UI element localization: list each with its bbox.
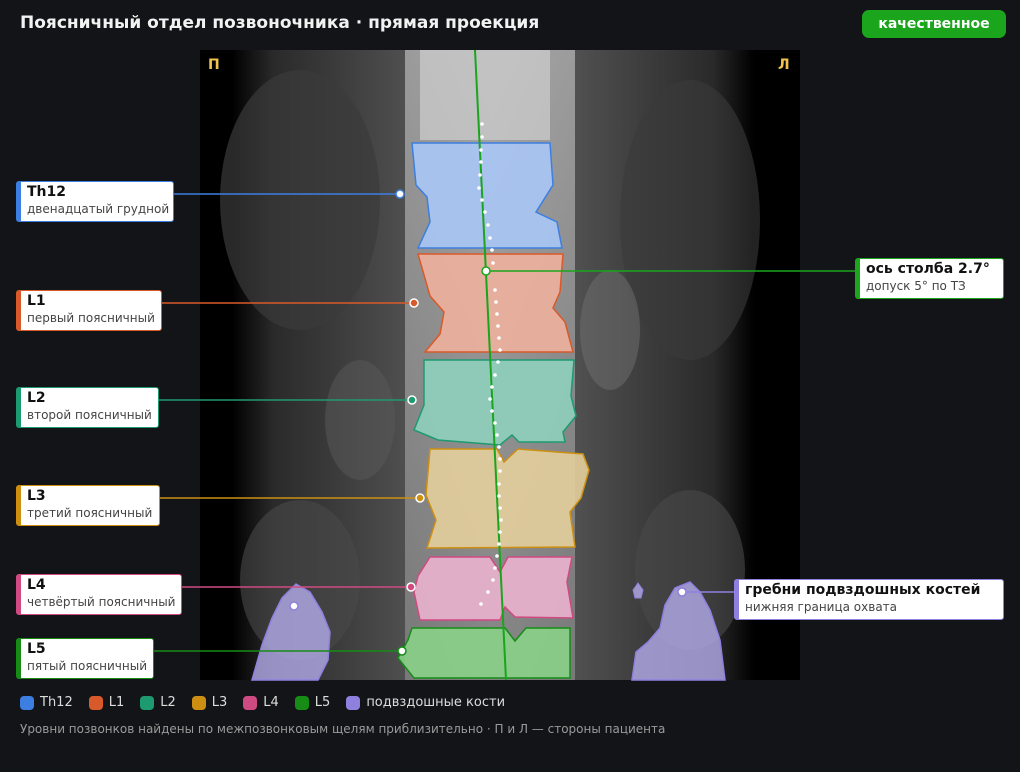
vertebra-desc: пятый поясничный [27,659,147,673]
vertebra-name: L1 [27,293,46,309]
legend: Th12 L1 L2 L3 L4 L5 подвздошные кости [20,695,521,710]
l5-anchor [397,646,407,656]
vertebra-label-th12: Th12 двенадцатый грудной [16,181,174,222]
l3-anchor [415,493,425,503]
l4-anchor [406,582,416,592]
l1-anchor [409,298,419,308]
vertebra-desc: третий поясничный [27,506,153,520]
legend-swatch [243,695,258,710]
iliac-name: гребни подвздошных костей [745,582,981,598]
iliac-anchor [677,587,687,597]
legend-label: L5 [314,695,331,710]
legend-label: Th12 [40,695,73,710]
vertebra-name: L5 [27,641,46,657]
side-marker-right-patient: П [208,57,220,73]
vertebra-label-l5: L5 пятый поясничный [16,638,154,679]
legend-item-th12: Th12 [20,695,73,710]
legend-swatch [140,695,155,710]
vertebra-label-l4: L4 четвёртый поясничный [16,574,182,615]
vertebra-l2-region [413,359,577,446]
legend-label: подвздошные кости [366,695,506,710]
vertebra-label-l1: L1 первый поясничный [16,290,162,331]
legend-swatch [191,695,206,710]
vertebra-l3-region [425,448,590,549]
legend-item-iliac: подвздошные кости [346,695,505,710]
vertebra-desc: второй поясничный [27,408,152,422]
axis-label: ось столба 2.7° допуск 5° по ТЗ [855,258,1004,299]
vertebra-l4-region [413,556,574,621]
l2-anchor [407,395,417,405]
axis-desc: допуск 5° по ТЗ [866,279,966,293]
vertebra-label-l2: L2 второй поясничный [16,387,159,428]
legend-item-l3: L3 [191,695,228,710]
legend-label: L3 [211,695,228,710]
vertebra-desc: двенадцатый грудной [27,202,170,216]
legend-label: L4 [263,695,279,710]
legend-swatch [20,695,34,710]
vertebra-l5-region [397,627,571,679]
legend-swatch [88,695,103,710]
iliac-label: гребни подвздошных костей нижняя граница… [734,579,1004,620]
iliac-desc: нижняя граница охвата [745,600,898,614]
th12-anchor [395,189,405,199]
legend-swatch [346,695,361,710]
footnote: Уровни позвонков найдены по межпозвонков… [20,722,666,736]
side-marker-left-patient: Л [778,57,790,73]
vertebra-desc: первый поясничный [27,311,155,325]
axis-anchor [481,266,491,276]
legend-item-l2: L2 [140,695,176,710]
axis-name: ось столба 2.7° [866,261,990,277]
vertebra-name: Th12 [27,184,66,200]
legend-item-l4: L4 [243,695,279,710]
vertebra-label-l3: L3 третий поясничный [16,485,160,526]
legend-label: L1 [108,695,125,710]
legend-swatch [294,695,309,710]
legend-item-l5: L5 [294,695,331,710]
iliac-left-anchor [289,601,299,611]
legend-label: L2 [160,695,176,710]
vertebra-desc: четвёртый поясничный [27,595,176,609]
vertebra-th12-region [411,142,563,249]
vertebra-name: L2 [27,390,46,406]
vertebra-name: L3 [27,488,46,504]
vertebra-name: L4 [27,577,46,593]
legend-item-l1: L1 [88,695,125,710]
